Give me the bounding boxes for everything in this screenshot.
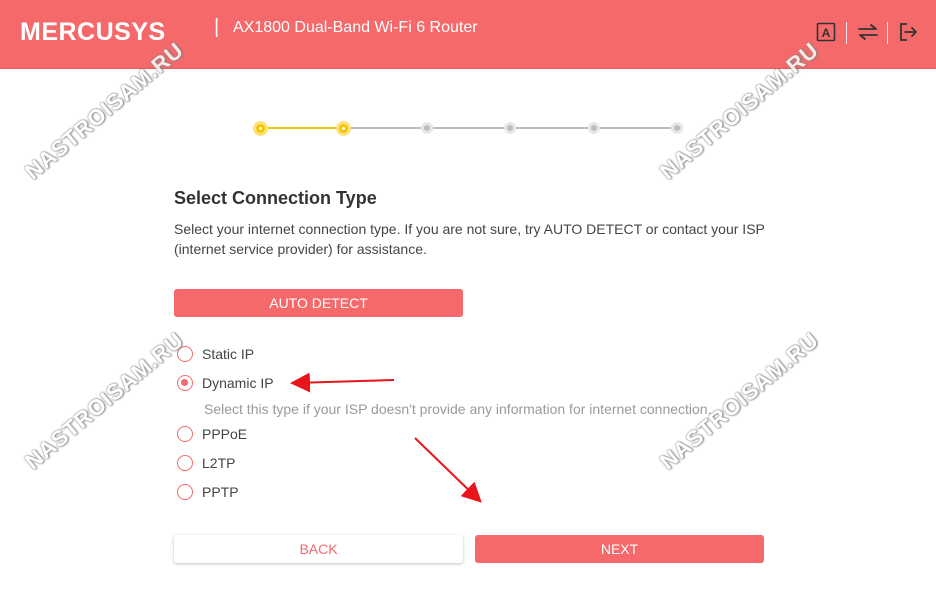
brand-logo: MERCUSYS [20,18,166,46]
radio-button-selected[interactable] [177,375,193,391]
option-label: Static IP [202,346,255,362]
step-1-dot [253,121,268,136]
back-button[interactable]: BACK [174,535,463,563]
header-icon-divider [846,22,847,44]
option-label: PPPoE [202,426,248,442]
language-icon[interactable]: A [816,22,836,47]
auto-detect-button[interactable]: AUTO DETECT [174,289,463,317]
radio-button[interactable] [177,426,193,442]
option-label: PPTP [202,484,239,500]
option-label: L2TP [202,455,236,471]
header-icon-divider [887,22,888,44]
step-6-dot [671,122,683,134]
page-title: Select Connection Type [174,188,377,208]
header-separator: | [214,16,220,38]
arrow-to-next-button [414,437,482,503]
step-2-dot [336,121,351,136]
radio-button[interactable] [177,484,193,500]
option-label: Dynamic IP [202,375,274,391]
step-5-dot [588,122,600,134]
page-description: Select your internet connection type. If… [174,221,765,257]
step-connector-done [260,127,344,129]
arrow-to-dynamic-ip [290,372,395,393]
setup-progress-stepper [250,118,690,138]
transfer-icon[interactable] [857,22,879,47]
step-4-dot [504,122,516,134]
radio-button[interactable] [177,455,193,471]
watermark-text: NASTROISAM.RU [20,327,189,475]
dynamic-ip-hint: Select this type if your ISP doesn't pro… [204,401,712,417]
step-3-dot [421,122,433,134]
router-model-title: AX1800 Dual-Band Wi-Fi 6 Router [233,19,478,36]
svg-text:A: A [822,26,831,40]
next-button[interactable]: NEXT [475,535,764,563]
logout-icon[interactable] [898,22,918,47]
